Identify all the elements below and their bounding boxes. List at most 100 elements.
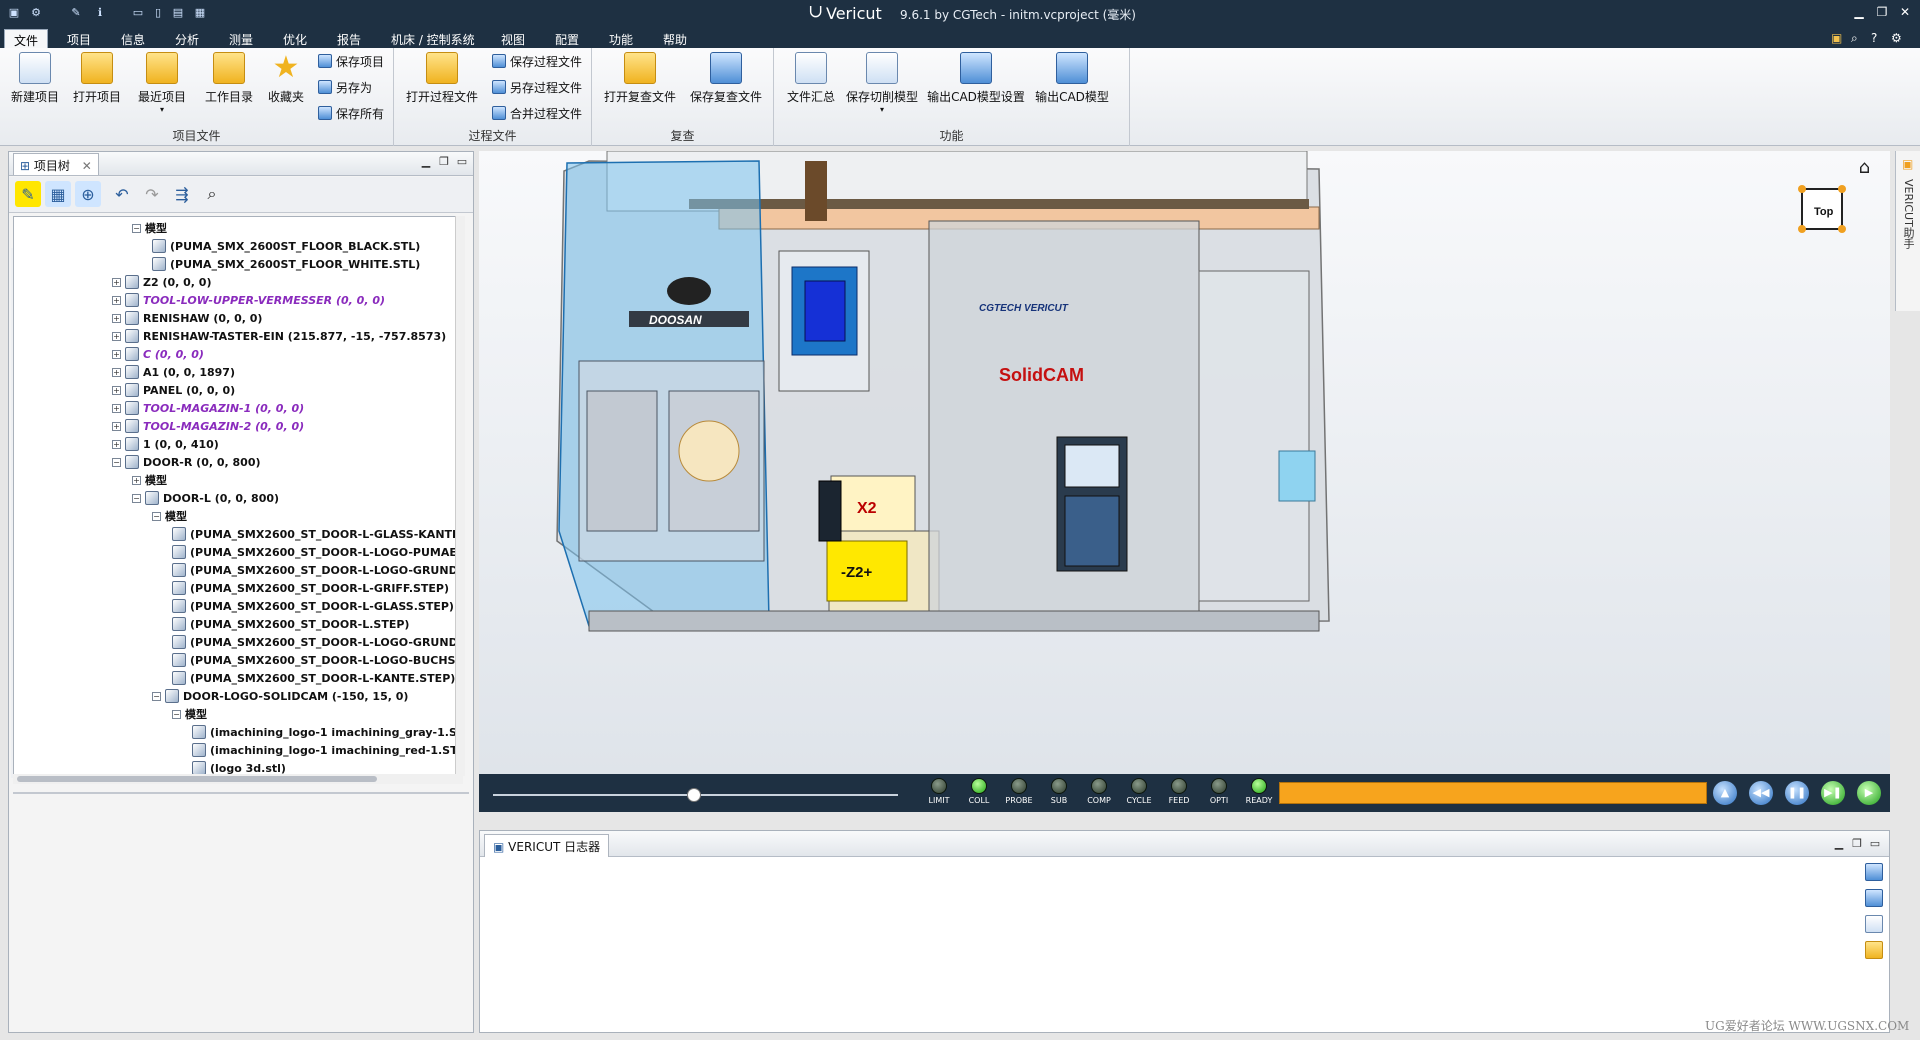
tree-node[interactable]: +1 (0, 0, 410) (112, 435, 219, 453)
collapse-toggle[interactable]: − (112, 457, 121, 467)
menu-config[interactable]: 配置 (546, 29, 588, 48)
menu-measure[interactable]: 测量 (220, 29, 262, 48)
binoculars-icon[interactable]: ⌕ (199, 181, 225, 207)
tree-node[interactable]: (PUMA_SMX2600_ST_DOOR-L-LOGO-GRUND- (172, 561, 462, 579)
export-cad-button[interactable]: 输出CAD模型 (1032, 52, 1112, 105)
tree-node[interactable]: + RENISHAW (0, 0, 0) (112, 309, 262, 327)
tree-node[interactable]: + TOOL-LOW-UPPER-VERMESSER (0, 0, 0) (112, 291, 385, 309)
move-icon[interactable]: ⇶ (169, 181, 195, 207)
menu-help[interactable]: 帮助 (654, 29, 696, 48)
expand-toggle[interactable]: + (132, 475, 141, 485)
tree-node[interactable]: (PUMA_SMX2600_ST_DOOR-L-LOGO-PUMAE- (172, 543, 461, 561)
save-cut-model-button[interactable]: 保存切削模型 ▾ (844, 52, 920, 114)
layout3-icon[interactable]: ▤ (170, 4, 186, 20)
log-settings-icon[interactable] (1865, 863, 1883, 881)
tree-scroll-thumb[interactable] (17, 776, 377, 782)
tree-node[interactable]: (PUMA_SMX2600_ST_DOOR-L-GLASS-KANTE (172, 525, 460, 543)
recent-project-button[interactable]: 最近项目 ▾ (130, 52, 194, 114)
menu-analysis[interactable]: 分析 (166, 29, 208, 48)
open-project-button[interactable]: 打开项目 (68, 52, 126, 105)
file-summary-button[interactable]: 文件汇总 (782, 52, 840, 105)
minimize-button[interactable]: ▁ (1850, 3, 1868, 21)
tree-node[interactable]: − 模型 (172, 705, 207, 723)
tree-node[interactable]: + C (0, 0, 0) (112, 345, 204, 363)
tree-node[interactable]: + A1 (0, 0, 1897) (112, 363, 235, 381)
tree-node[interactable]: (PUMA_SMX2600_ST_DOOR-L-LOGO-GRUND- (172, 633, 462, 651)
saveas-process-button[interactable]: 另存过程文件 (492, 76, 582, 98)
close-button[interactable]: ✕ (1896, 3, 1914, 21)
log-filter-icon[interactable] (1865, 915, 1883, 933)
undo-icon[interactable]: ↶ (109, 181, 135, 207)
tree-node[interactable]: (PUMA_SMX_2600ST_FLOOR_WHITE.STL) (152, 255, 420, 273)
menu-view[interactable]: 视图 (492, 29, 534, 48)
close-tab-icon[interactable]: ✕ (82, 159, 92, 173)
expand-toggle[interactable]: + (112, 421, 121, 431)
save-as-button[interactable]: 另存为 (318, 76, 372, 98)
menu-info[interactable]: 信息 (112, 29, 154, 48)
tree-node[interactable]: − 模型 (152, 507, 187, 525)
tree-node[interactable]: (imachining_logo-1 imachining_red-1.STL) (192, 741, 462, 759)
minimize-log-icon[interactable]: ▁ (1832, 837, 1846, 851)
open-process-button[interactable]: 打开过程文件 (404, 52, 480, 105)
menu-functions[interactable]: 功能 (600, 29, 642, 48)
tree-node[interactable]: + PANEL (0, 0, 0) (112, 381, 235, 399)
float-panel-icon[interactable]: ❐ (437, 155, 451, 169)
menu-file[interactable]: 文件 (4, 29, 49, 48)
reset-button[interactable]: ▲ (1713, 781, 1737, 805)
expand-toggle[interactable]: + (112, 349, 121, 359)
home-icon[interactable]: ⌂ (1859, 157, 1870, 178)
speed-slider-thumb[interactable] (687, 788, 701, 802)
save-project-button[interactable]: 保存项目 (318, 50, 384, 72)
tree-horizontal-scrollbar[interactable] (13, 774, 463, 784)
tree-node[interactable]: + TOOL-MAGAZIN-2 (0, 0, 0) (112, 417, 304, 435)
step-back-button[interactable]: ◀◀ (1749, 781, 1773, 805)
collapse-toggle[interactable]: − (172, 709, 181, 719)
tree-vertical-scrollbar[interactable] (455, 216, 465, 776)
open-review-button[interactable]: 打开复查文件 (602, 52, 678, 105)
expand-toggle[interactable]: + (112, 313, 121, 323)
tree-node[interactable]: − DOOR-L (0, 0, 800) (132, 489, 279, 507)
select-icon[interactable]: ✎ (15, 181, 41, 207)
maximize-log-icon[interactable]: ▭ (1868, 837, 1882, 851)
expand-toggle[interactable]: + (112, 331, 121, 341)
tree-node[interactable]: + Z2 (0, 0, 0) (112, 273, 212, 291)
settings-icon[interactable]: ⚙ (28, 4, 44, 20)
expand-toggle[interactable]: + (112, 367, 121, 377)
tree-node[interactable]: + 模型 (132, 471, 167, 489)
tree-node[interactable]: − DOOR-LOGO-SOLIDCAM (-150, 15, 0) (152, 687, 408, 705)
tree-node[interactable]: (PUMA_SMX2600_ST_DOOR-L-KANTE.STEP) (172, 669, 455, 687)
menu-machine[interactable]: 机床 / 控制系统 (382, 29, 484, 48)
tree-node[interactable]: + TOOL-MAGAZIN-1 (0, 0, 0) (112, 399, 304, 417)
float-log-icon[interactable]: ❐ (1850, 837, 1864, 851)
expand-toggle[interactable]: + (112, 439, 121, 449)
save-all-button[interactable]: 保存所有 (318, 102, 384, 124)
collapse-toggle[interactable]: − (152, 691, 161, 701)
tools-icon[interactable]: ✎ (68, 4, 84, 20)
menu-project[interactable]: 项目 (58, 29, 100, 48)
merge-process-button[interactable]: 合并过程文件 (492, 102, 582, 124)
pause-button[interactable]: ❚❚ (1785, 781, 1809, 805)
menu-report[interactable]: 报告 (328, 29, 370, 48)
tree-node[interactable]: − 模型 (132, 219, 167, 237)
new-project-button[interactable]: 新建项目 (6, 52, 64, 105)
layout2-icon[interactable]: ▯ (150, 4, 166, 20)
collapse-toggle[interactable]: − (132, 493, 141, 503)
gear-icon[interactable]: ⚙ (1882, 29, 1911, 48)
collapse-toggle[interactable]: − (152, 511, 161, 521)
save-icon[interactable]: ▣ (6, 4, 22, 20)
work-dir-button[interactable]: 工作目录 (198, 52, 260, 105)
table-icon[interactable]: ▦ (45, 181, 71, 207)
layout1-icon[interactable]: ▭ (130, 4, 146, 20)
tab-log[interactable]: ▣ VERICUT 日志器 (484, 834, 610, 857)
vericut-assistant-tab[interactable]: ▣ VERICUT助手 (1895, 151, 1920, 311)
log-export-icon[interactable] (1865, 941, 1883, 959)
menu-optimize[interactable]: 优化 (274, 29, 316, 48)
redo-icon[interactable]: ↷ (139, 181, 165, 207)
maximize-panel-icon[interactable]: ▭ (455, 155, 469, 169)
restore-button[interactable]: ❐ (1873, 3, 1891, 21)
tree-node[interactable]: (PUMA_SMX_2600ST_FLOOR_BLACK.STL) (152, 237, 420, 255)
layout4-icon[interactable]: ▦ (192, 4, 208, 20)
expand-toggle[interactable]: + (112, 403, 121, 413)
info-icon[interactable]: ℹ (92, 4, 108, 20)
graphics-viewport[interactable]: DOOSAN X2 -Z2+ SolidCAM CGTECH VERICUT ⌂… (479, 151, 1890, 774)
